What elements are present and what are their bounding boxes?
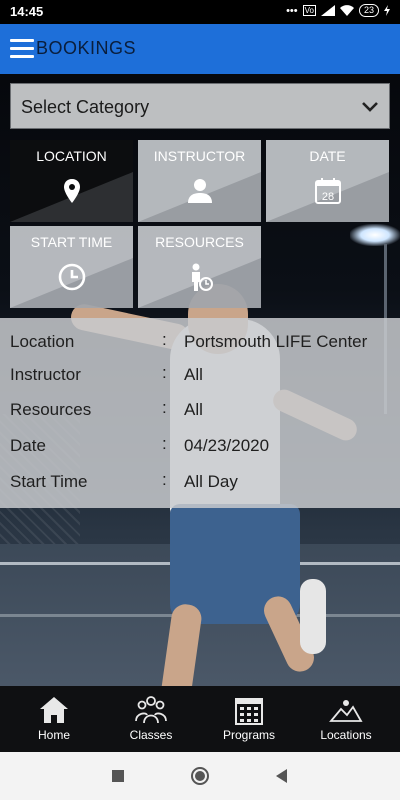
detail-colon: : [162,434,167,453]
system-nav-bar [0,752,400,800]
notification-dots-icon: ••• [286,4,298,17]
page-title: BOOKINGS [36,38,137,58]
tile-resources[interactable]: RESOURCES [138,226,261,308]
back-button-icon[interactable] [272,766,292,786]
clock-icon [58,263,85,291]
app-bar: BOOKINGS [0,24,400,74]
chevron-down-icon [362,102,378,112]
tile-label: START TIME [30,234,113,250]
person-icon [187,179,212,203]
home-button-icon[interactable] [190,766,210,786]
nav-classes[interactable]: Classes [101,686,201,752]
tile-date[interactable]: DATE 28 [266,140,389,222]
tile-label: LOCATION [36,148,107,164]
detail-value: 04/23/2020 [184,436,270,455]
status-time: 14:45 [10,4,44,19]
calendar-grid-icon [235,698,263,725]
group-icon [135,696,167,724]
detail-row-location: Location : Portsmouth LIFE Center [10,330,390,356]
booking-details: Location : Portsmouth LIFE Center Instru… [0,318,400,508]
detail-value: All [184,400,203,419]
status-bar: 14:45 ••• Vo 23 [0,0,400,24]
detail-value: All Day [184,472,238,491]
tile-location[interactable]: LOCATION [10,140,133,222]
detail-label: Location [10,332,75,351]
tile-label: DATE [309,148,346,164]
volte-icon: Vo [302,5,316,16]
bottom-nav: Home Classes Programs Locations [0,686,400,752]
nav-label: Home [37,728,70,742]
player-shoe [300,579,326,654]
recent-apps-icon[interactable] [108,766,128,786]
nav-programs[interactable]: Programs [199,686,299,752]
home-icon [40,697,68,723]
hamburger-menu-icon[interactable] [10,39,34,59]
resource-person-icon [191,263,213,291]
tile-label: RESOURCES [155,234,244,250]
tile-label: INSTRUCTOR [153,148,246,164]
detail-colon: : [162,330,167,349]
category-select[interactable]: Select Category [10,83,390,129]
stadium-light [350,224,400,246]
detail-label: Resources [10,400,92,419]
detail-row-instructor: Instructor : All [10,363,390,389]
signal-icon [320,5,335,16]
detail-label: Instructor [10,365,81,384]
detail-label: Start Time [10,472,88,491]
status-icons: ••• Vo 23 [286,4,390,17]
charging-icon [384,5,390,16]
detail-value: Portsmouth LIFE Center [184,332,368,351]
location-pin-icon [63,179,80,203]
category-select-label: Select Category [21,97,150,117]
calendar-day: 28 [321,191,333,203]
detail-colon: : [162,363,167,382]
wifi-icon [339,5,354,16]
battery-icon: 23 [358,4,379,17]
detail-label: Date [10,436,46,455]
nav-label: Locations [320,728,372,742]
detail-value: All [184,365,203,384]
detail-row-date: Date : 04/23/2020 [10,434,390,460]
nav-label: Classes [129,728,173,742]
nav-label: Programs [222,728,275,742]
nav-home[interactable]: Home [4,686,104,752]
map-terrain-icon [329,700,363,722]
calendar-icon: 28 [314,178,341,204]
detail-row-start-time: Start Time : All Day [10,470,390,496]
nav-locations[interactable]: Locations [296,686,396,752]
tile-start-time[interactable]: START TIME [10,226,133,308]
tile-instructor[interactable]: INSTRUCTOR [138,140,261,222]
detail-colon: : [162,470,167,489]
detail-colon: : [162,398,167,417]
detail-row-resources: Resources : All [10,398,390,424]
